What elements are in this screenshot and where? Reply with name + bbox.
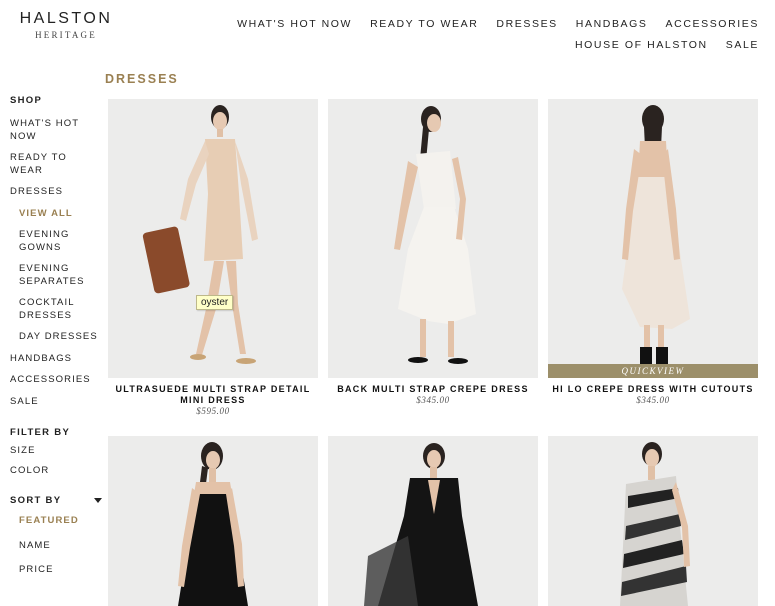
nav-handbags[interactable]: HANDBAGS bbox=[576, 14, 648, 34]
product-image[interactable]: QUICKVIEW bbox=[548, 99, 758, 378]
nav-ready-to-wear[interactable]: READY TO WEAR bbox=[370, 14, 478, 34]
sort-heading: SORT BY bbox=[10, 495, 62, 506]
sidebar-item-evening-separates[interactable]: EVENING SEPARATES bbox=[10, 263, 89, 288]
nav-sale[interactable]: SALE bbox=[726, 35, 759, 55]
model-figure bbox=[620, 442, 690, 606]
brand-subtitle: HERITAGE bbox=[35, 30, 97, 40]
sidebar: SHOP WHAT'S HOT NOW READY TO WEAR DRESSE… bbox=[10, 95, 105, 577]
product-name[interactable]: BACK MULTI STRAP CREPE DRESS bbox=[328, 384, 538, 395]
sort-name[interactable]: NAME bbox=[10, 540, 105, 553]
sidebar-item-evening-gowns[interactable]: EVENING GOWNS bbox=[10, 229, 79, 254]
top-nav-row-2: HOUSE OF HALSTON SALE bbox=[199, 35, 759, 55]
model-figure bbox=[178, 442, 248, 606]
model-figure bbox=[142, 105, 258, 364]
sidebar-item-sale[interactable]: SALE bbox=[10, 396, 105, 409]
model-figure bbox=[394, 106, 476, 364]
page-title: DRESSES bbox=[105, 72, 179, 86]
product-image[interactable] bbox=[328, 99, 538, 378]
nav-house-of-halston[interactable]: HOUSE OF HALSTON bbox=[575, 35, 708, 55]
product-price: $595.00 bbox=[196, 406, 230, 416]
nav-dresses[interactable]: DRESSES bbox=[496, 14, 557, 34]
nav-whats-hot-now[interactable]: WHAT'S HOT NOW bbox=[237, 14, 352, 34]
product-image[interactable] bbox=[108, 436, 318, 606]
brand-logo[interactable]: HALSTON HERITAGE bbox=[10, 10, 122, 41]
sidebar-item-ready-to-wear[interactable]: READY TO WEAR bbox=[10, 152, 80, 177]
sidebar-item-cocktail-dresses[interactable]: COCKTAIL DRESSES bbox=[10, 297, 89, 322]
sidebar-item-dresses[interactable]: DRESSES bbox=[10, 186, 105, 199]
sort-by-toggle[interactable]: SORT BY bbox=[10, 495, 102, 506]
color-tooltip: oyster bbox=[196, 295, 234, 310]
sidebar-item-accessories[interactable]: ACCESSORIES bbox=[10, 374, 105, 387]
filter-heading: FILTER BY bbox=[10, 427, 71, 438]
shop-heading: SHOP bbox=[10, 95, 43, 106]
product-name[interactable]: HI LO CREPE DRESS WITH CUTOUTS bbox=[548, 384, 758, 395]
sidebar-item-day-dresses[interactable]: DAY DRESSES bbox=[10, 331, 105, 344]
sidebar-item-view-all[interactable]: VIEW ALL bbox=[10, 208, 105, 221]
nav-accessories[interactable]: ACCESSORIES bbox=[666, 14, 759, 34]
model-figure bbox=[622, 105, 690, 365]
sort-price[interactable]: PRICE bbox=[10, 564, 105, 577]
product-image[interactable]: oyster bbox=[108, 99, 318, 378]
sidebar-item-whats-hot-now[interactable]: WHAT'S HOT NOW bbox=[10, 118, 90, 143]
product-price: $345.00 bbox=[416, 395, 450, 405]
product-image[interactable] bbox=[548, 436, 758, 606]
caret-down-icon bbox=[94, 498, 102, 503]
product-image[interactable] bbox=[328, 436, 538, 606]
top-nav-row-1: WHAT'S HOT NOW READY TO WEAR DRESSES HAN… bbox=[199, 14, 759, 34]
product-price: $345.00 bbox=[636, 395, 670, 405]
filter-size[interactable]: SIZE bbox=[10, 445, 105, 458]
top-navigation: WHAT'S HOT NOW READY TO WEAR DRESSES HAN… bbox=[199, 14, 759, 55]
brand-name: HALSTON bbox=[19, 10, 113, 27]
quickview-button[interactable]: QUICKVIEW bbox=[548, 364, 758, 378]
filter-color[interactable]: COLOR bbox=[10, 465, 105, 478]
sort-featured[interactable]: FEATURED bbox=[10, 515, 105, 528]
product-name[interactable]: ULTRASUEDE MULTI STRAP DETAIL MINI DRESS bbox=[108, 384, 318, 406]
model-figure bbox=[364, 443, 478, 606]
sidebar-item-handbags[interactable]: HANDBAGS bbox=[10, 353, 105, 366]
